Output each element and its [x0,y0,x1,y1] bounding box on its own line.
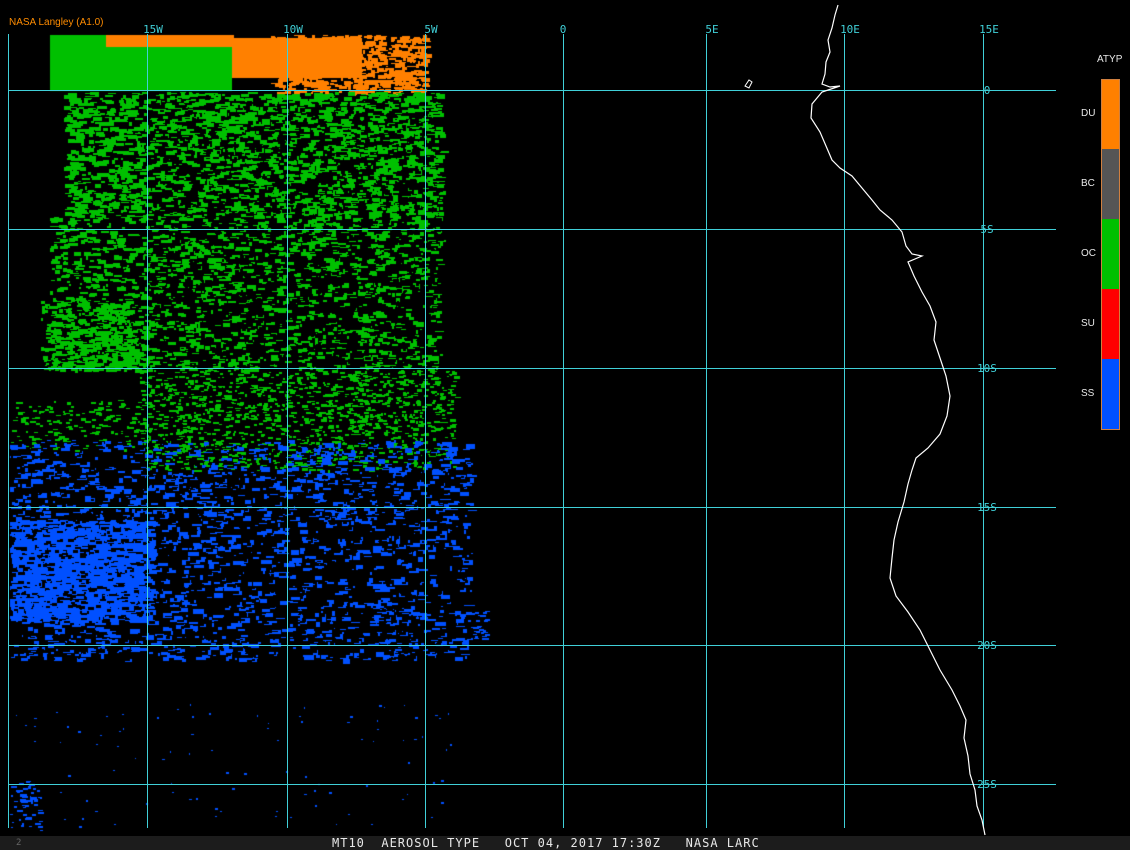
longitude-labels: 15W 10W 5W 0 5E 10E 15E [143,23,999,36]
coastline [744,4,986,836]
legend-label-du: DU [1081,108,1096,119]
legend-label-su: SU [1081,318,1095,329]
longitude-label: 0 [560,23,567,36]
legend-title: ATYP [1097,54,1123,65]
latitude-label: 25S [977,778,997,791]
legend-swatch-oc [1101,219,1120,289]
latitude-label: 0 [984,84,991,97]
map-grid-overlay: 15W 10W 5W 0 5E 10E 15E 0 5S 10S 15S 20S 25S [8,4,1056,836]
longitude-label: 5E [705,23,718,36]
legend-colorbar [1101,79,1120,430]
legend-swatch-ss [1101,359,1120,429]
latitude-label: 20S [977,639,997,652]
latitude-labels: 0 5S 10S 15S 20S 25S [977,84,997,791]
graticule-lines [8,34,1056,828]
longitude-label: 10W [283,23,303,36]
legend-swatch-du [1101,79,1120,149]
latitude-label: 10S [977,362,997,375]
longitude-label: 15W [143,23,163,36]
footer-left-mark: 2 [16,838,22,848]
legend-label-ss: SS [1081,388,1095,399]
legend-swatch-bc [1101,149,1120,219]
coastline-path [810,4,986,836]
island-outline [744,79,753,89]
latitude-label: 5S [980,223,993,236]
credit-label: NASA Langley (A1.0) [9,17,104,28]
longitude-label: 5W [424,23,438,36]
longitude-label: 15E [979,23,999,36]
latitude-label: 15S [977,501,997,514]
longitude-label: 10E [840,23,860,36]
legend-label-oc: OC [1081,248,1096,259]
legend-swatch-su [1101,289,1120,359]
legend-label-bc: BC [1081,178,1095,189]
footer-caption: MT10 AEROSOL TYPE OCT 04, 2017 17:30Z NA… [332,836,760,850]
